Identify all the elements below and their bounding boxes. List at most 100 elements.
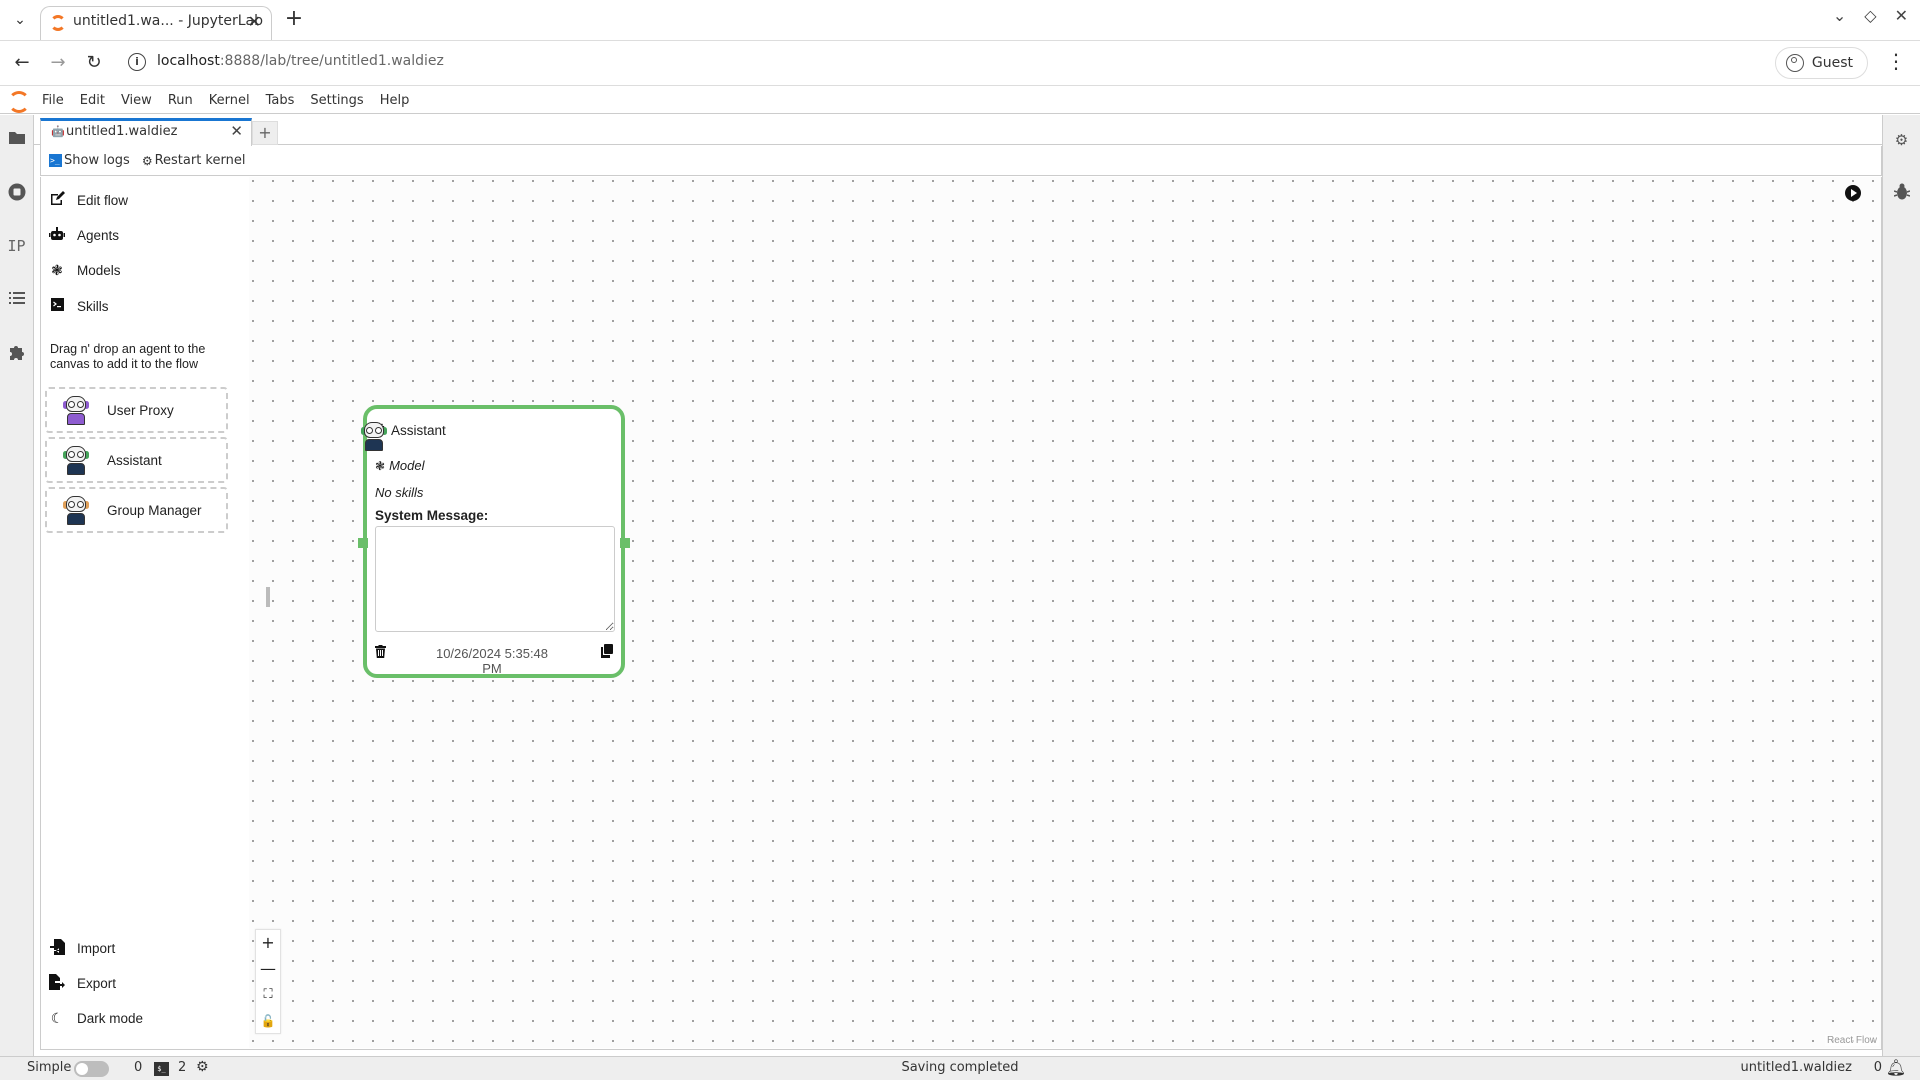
chevron-down-icon[interactable]: ⌄ <box>8 8 32 32</box>
copy-icon[interactable] <box>601 644 613 662</box>
agent-card-label: Assistant <box>107 452 162 468</box>
bell-icon[interactable]: 🔔︎ <box>1886 1058 1906 1077</box>
stop-circle-icon[interactable] <box>0 183 33 206</box>
draggable-agent-group-manager[interactable]: Group Manager <box>45 487 228 533</box>
flow-canvas[interactable]: ⚙ Assistant ❃ Model No skills System Mes… <box>249 177 1881 1048</box>
node-model: ❃ Model <box>375 458 424 473</box>
kebab-menu-icon[interactable]: ⋮ <box>1886 49 1906 73</box>
restart-kernel-label: Restart kernel <box>154 153 246 168</box>
node-created-date: 10/26/2024 5:35:48 PM <box>435 646 549 676</box>
waldiez-file-icon: 🤖 <box>51 125 65 138</box>
system-message-input[interactable] <box>375 526 615 632</box>
agent-node-assistant[interactable]: ⚙ Assistant ❃ Model No skills System Mes… <box>358 405 630 678</box>
browser-tab-title: untitled1.wa... - JupyterLab <box>73 13 263 29</box>
sidebar-item-label: Models <box>77 263 121 278</box>
url-host: localhost <box>157 53 220 69</box>
zoom-out-icon[interactable]: — <box>256 956 280 982</box>
agent-card-label: Group Manager <box>107 502 202 518</box>
node-input-handle[interactable] <box>358 538 368 548</box>
puzzle-icon[interactable] <box>0 343 33 366</box>
minimize-icon[interactable]: ⌄ <box>1833 6 1846 34</box>
system-message-label: System Message: <box>375 508 489 523</box>
user-proxy-avatar-icon <box>61 393 91 427</box>
node-output-handle[interactable] <box>620 538 630 548</box>
close-icon[interactable]: ✕ <box>230 122 243 140</box>
node-model-label: Model <box>389 458 425 473</box>
property-inspector-icon[interactable]: ⚙ <box>1883 131 1920 149</box>
lock-icon[interactable]: 🔓 <box>256 1008 280 1034</box>
moon-icon: ☾ <box>50 1010 64 1026</box>
close-tab-icon[interactable]: ✕ <box>248 12 261 31</box>
show-logs-button[interactable]: >_ Show logs <box>49 153 130 168</box>
left-sidebar: IP <box>0 115 34 1056</box>
sidebar-item-label: Skills <box>77 298 109 314</box>
jupyter-logo-icon <box>0 87 34 113</box>
forward-button[interactable]: → <box>46 51 70 75</box>
profile-label: Guest <box>1811 55 1853 71</box>
zoom-controls: + — ⛶ 🔓 <box>255 929 281 1034</box>
menu-tabs[interactable]: Tabs <box>258 93 303 108</box>
trash-icon[interactable] <box>375 645 386 662</box>
dark-mode-label: Dark mode <box>77 1011 144 1026</box>
sidebar-item-agents[interactable]: Agents <box>49 227 119 244</box>
current-file-name: untitled1.waldiez <box>1740 1060 1852 1075</box>
draggable-agent-user-proxy[interactable]: User Proxy <box>45 387 228 433</box>
list-icon[interactable] <box>0 289 33 310</box>
reload-button[interactable]: ↻ <box>82 51 106 75</box>
openai-icon: ❃ <box>51 262 63 278</box>
url-input[interactable]: localhost:8888/lab/tree/untitled1.waldie… <box>157 53 444 69</box>
restore-icon[interactable]: ◇ <box>1864 6 1876 34</box>
user-circle-icon <box>1785 54 1804 72</box>
fit-view-icon[interactable]: ⛶ <box>256 982 280 1008</box>
ip-icon[interactable]: IP <box>0 237 33 255</box>
right-sidebar: ⚙ <box>1882 115 1920 1056</box>
back-button[interactable]: ← <box>10 51 34 75</box>
run-flow-button[interactable] <box>1845 185 1861 201</box>
sidebar-resize-handle[interactable] <box>266 587 270 607</box>
openai-icon: ❃ <box>375 458 386 473</box>
waldiez-editor: Edit flow Agents ❃ Models Skills Drag n'… <box>40 177 1882 1050</box>
tab-untitled1-waldiez[interactable]: 🤖 untitled1.waldiez ✕ <box>40 118 252 146</box>
menu-run[interactable]: Run <box>160 93 201 108</box>
status-bar: Simple 0 $_ 2 ⚙ Saving completed untitle… <box>0 1056 1920 1080</box>
sidebar-item-models[interactable]: ❃ Models <box>49 262 121 279</box>
zoom-in-icon[interactable]: + <box>256 930 280 956</box>
menu-help[interactable]: Help <box>372 93 418 108</box>
agent-card-label: User Proxy <box>107 402 174 418</box>
menu-view[interactable]: View <box>113 93 160 108</box>
export-button[interactable]: Export <box>49 974 116 993</box>
notification-count[interactable]: 0 <box>1874 1060 1882 1075</box>
menu-kernel[interactable]: Kernel <box>201 93 258 108</box>
restart-kernel-button[interactable]: ⚙ Restart kernel <box>142 153 246 168</box>
jupyter-favicon-icon <box>50 15 66 31</box>
close-window-icon[interactable]: ✕ <box>1895 6 1908 34</box>
info-icon[interactable]: i <box>128 53 146 71</box>
new-tab-button[interactable]: + <box>282 6 306 31</box>
sidebar-item-skills[interactable]: Skills <box>49 298 109 314</box>
menu-file[interactable]: File <box>34 93 72 108</box>
folder-icon[interactable] <box>0 129 33 150</box>
drag-hint-text: Drag n' drop an agent to the canvas to a… <box>50 342 206 371</box>
menu-edit[interactable]: Edit <box>72 93 113 108</box>
jupyter-menubar: File Edit View Run Kernel Tabs Settings … <box>0 87 1920 114</box>
profile-button[interactable]: Guest <box>1774 47 1868 79</box>
edit-icon <box>49 191 65 209</box>
window-controls: ⌄ ◇ ✕ <box>1833 6 1920 34</box>
import-button[interactable]: Import <box>49 939 115 958</box>
dark-mode-toggle[interactable]: ☾ Dark mode <box>49 1010 143 1027</box>
file-export-icon <box>49 974 65 993</box>
assistant-avatar-icon <box>61 443 91 477</box>
browser-tab[interactable]: untitled1.wa... - JupyterLab ✕ <box>40 6 272 40</box>
add-tab-button[interactable]: + <box>252 121 278 145</box>
draggable-agent-assistant[interactable]: Assistant <box>45 437 228 483</box>
terminal-icon <box>49 298 65 314</box>
menu-settings[interactable]: Settings <box>302 93 371 108</box>
tab-label: untitled1.waldiez <box>66 124 178 139</box>
sidebar-item-edit-flow[interactable]: Edit flow <box>49 191 128 209</box>
document-tab-bar: 🤖 untitled1.waldiez ✕ + <box>34 115 1882 146</box>
waldiez-sidebar: Edit flow Agents ❃ Models Skills Drag n'… <box>41 177 249 1049</box>
debugger-icon[interactable] <box>1883 183 1920 206</box>
react-flow-attribution[interactable]: React Flow <box>1824 1035 1879 1046</box>
sidebar-item-label: Agents <box>77 228 120 243</box>
document-toolbar: >_ Show logs ⚙ Restart kernel <box>40 146 1882 176</box>
